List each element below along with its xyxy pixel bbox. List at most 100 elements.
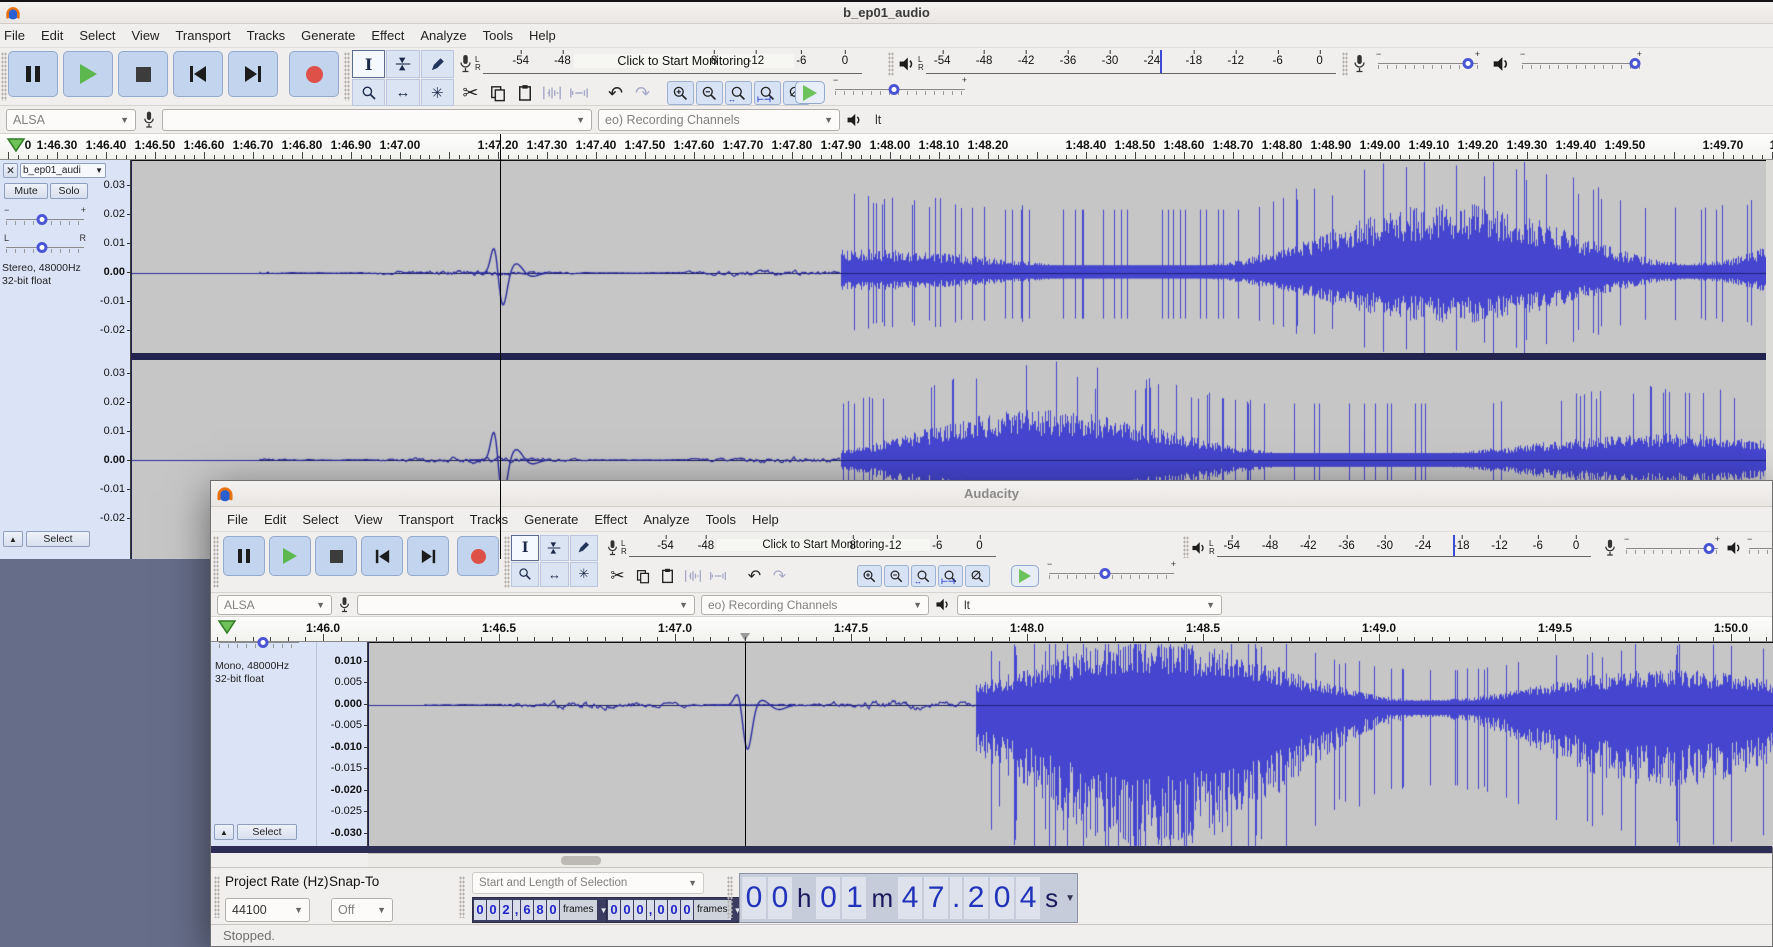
digit-cell[interactable]: 0 <box>768 877 792 919</box>
toolbar-grip[interactable] <box>1342 52 1348 76</box>
play-at-speed-button[interactable] <box>795 81 825 104</box>
digit-cell[interactable]: 0 <box>990 877 1014 919</box>
menu-generate[interactable]: Generate <box>516 509 586 530</box>
menu-analyze[interactable]: Analyze <box>412 25 474 46</box>
play-speed-knob[interactable] <box>888 84 899 95</box>
zoom-selection-button[interactable]: ↔ <box>911 565 936 587</box>
pause-button[interactable] <box>223 536 265 576</box>
playback-volume-slider[interactable]: −+ <box>1522 56 1640 72</box>
track-gain-knob[interactable] <box>36 214 47 225</box>
digit-cell[interactable]: 0 <box>608 900 620 920</box>
multi-tool-button[interactable]: ✳ <box>570 562 598 588</box>
selection-tool-button[interactable]: I <box>511 535 539 561</box>
copy-button[interactable] <box>485 81 510 105</box>
skip-to-start-button[interactable] <box>361 536 403 576</box>
zoom-tool-button[interactable] <box>511 562 539 588</box>
track-collapse-button[interactable]: ▲ <box>3 531 23 547</box>
record-button[interactable] <box>289 51 339 97</box>
timeline-pin-icon[interactable] <box>6 137 26 153</box>
play-at-speed-button[interactable] <box>1011 565 1039 587</box>
zoom-selection-button[interactable]: ↔ <box>725 81 752 105</box>
audio-position-display[interactable]: 00h01m47.204s▼ <box>739 873 1078 923</box>
pause-button[interactable] <box>8 51 58 97</box>
audio-host-select[interactable]: ALSA▼ <box>6 109 136 131</box>
cut-button[interactable]: ✂ <box>458 81 483 105</box>
waveform-channel-left[interactable] <box>132 160 1773 353</box>
digit-cell[interactable]: 0 <box>668 900 680 920</box>
zoom-in-button[interactable] <box>667 81 694 105</box>
track-pan-knob[interactable] <box>36 242 47 253</box>
digit-cell[interactable]: 4 <box>1016 877 1040 919</box>
toolbar-grip[interactable] <box>213 536 219 588</box>
digit-cell[interactable]: 0 <box>487 900 499 920</box>
recording-meter[interactable]: LR Click to Start Monitoring-54-488-12-6… <box>458 50 862 78</box>
record-button[interactable] <box>457 536 499 576</box>
menu-transport[interactable]: Transport <box>167 25 238 46</box>
digit-cell[interactable]: 0 <box>816 877 840 919</box>
menu-help[interactable]: Help <box>521 25 564 46</box>
menu-select[interactable]: Select <box>71 25 123 46</box>
menu-tracks[interactable]: Tracks <box>239 25 294 46</box>
skip-to-end-button[interactable] <box>228 51 278 97</box>
menu-view[interactable]: View <box>347 509 391 530</box>
toolbar-grip[interactable] <box>1183 536 1189 558</box>
menu-file[interactable]: File <box>0 25 33 46</box>
project-rate-select[interactable]: 44100▼ <box>225 898 310 922</box>
menu-help[interactable]: Help <box>744 509 787 530</box>
redo-button[interactable]: ↷ <box>630 81 655 105</box>
track-pan-slider[interactable]: LR <box>6 240 84 256</box>
solo-button[interactable]: Solo <box>50 183 88 199</box>
toolbar-grip[interactable] <box>459 876 465 918</box>
undo-button[interactable]: ↶ <box>603 81 628 105</box>
record-volume-knob[interactable] <box>1463 58 1474 69</box>
cut-button[interactable]: ✂ <box>606 564 629 588</box>
track-select-button[interactable]: Select <box>237 824 297 840</box>
play-button[interactable] <box>63 51 113 97</box>
menu-effect[interactable]: Effect <box>363 25 412 46</box>
playback-meter[interactable]: LR -54-48-42-36-30-24-18-12-60 <box>898 50 1336 78</box>
paste-button[interactable] <box>512 81 537 105</box>
paste-button[interactable] <box>656 564 679 588</box>
track-collapse-button[interactable]: ▲ <box>214 824 234 840</box>
digit-cell[interactable]: 4 <box>898 877 922 919</box>
track-close-button[interactable]: ✕ <box>3 163 18 178</box>
digit-cell[interactable]: 0 <box>547 900 559 920</box>
record-volume-slider[interactable]: −+ <box>1378 56 1478 72</box>
timeline-ruler[interactable]: 1:46.01:46.51:47.01:47.51:48.01:48.51:49… <box>211 617 1772 642</box>
playback-device-select[interactable]: lt▼ <box>957 595 1222 615</box>
skip-to-end-button[interactable] <box>407 536 449 576</box>
zoom-toggle-button[interactable] <box>965 565 990 587</box>
menu-edit[interactable]: Edit <box>256 509 294 530</box>
toolbar-grip[interactable] <box>504 536 510 588</box>
snap-to-select[interactable]: Off▼ <box>331 898 393 922</box>
draw-tool-button[interactable] <box>421 50 454 78</box>
selection-start-counter[interactable]: 002,680frames▼ <box>472 897 611 923</box>
selection-tool-button[interactable]: I <box>352 50 385 78</box>
recording-device-select[interactable]: ▼ <box>162 109 592 131</box>
stop-button[interactable] <box>315 536 357 576</box>
playback-volume-knob[interactable] <box>1630 58 1641 69</box>
recording-channels-select[interactable]: eo) Recording Channels▼ <box>598 109 840 131</box>
selection-mode-select[interactable]: Start and Length of Selection▼ <box>472 872 704 894</box>
trim-audio-button[interactable] <box>539 81 564 105</box>
envelope-tool-button[interactable] <box>540 535 568 561</box>
titlebar[interactable]: b_ep01_audio <box>0 2 1773 24</box>
mute-button[interactable]: Mute <box>4 183 48 199</box>
digit-cell[interactable]: 0 <box>681 900 693 920</box>
digit-cell[interactable]: 1 <box>842 877 866 919</box>
selection-length-counter[interactable]: 000,000frames▼ <box>606 897 745 923</box>
toolbar-grip[interactable] <box>344 52 350 101</box>
record-volume-slider[interactable]: −+ <box>1626 541 1718 557</box>
menu-tools[interactable]: Tools <box>475 25 521 46</box>
time-shift-tool-button[interactable]: ↔ <box>386 79 419 106</box>
draw-tool-button[interactable] <box>570 535 598 561</box>
recording-device-select[interactable]: ▼ <box>357 595 695 615</box>
waveform-mono[interactable] <box>369 642 1773 846</box>
copy-button[interactable] <box>631 564 654 588</box>
track-gain-slider[interactable]: −+ <box>6 212 84 228</box>
play-speed-slider[interactable]: −+ <box>835 82 965 98</box>
track-pan-knob[interactable] <box>258 637 269 648</box>
chevron-down-icon[interactable]: ▼ <box>1063 893 1075 904</box>
toolbar-grip[interactable] <box>214 876 220 918</box>
playback-device-select[interactable]: lt <box>869 109 1019 131</box>
